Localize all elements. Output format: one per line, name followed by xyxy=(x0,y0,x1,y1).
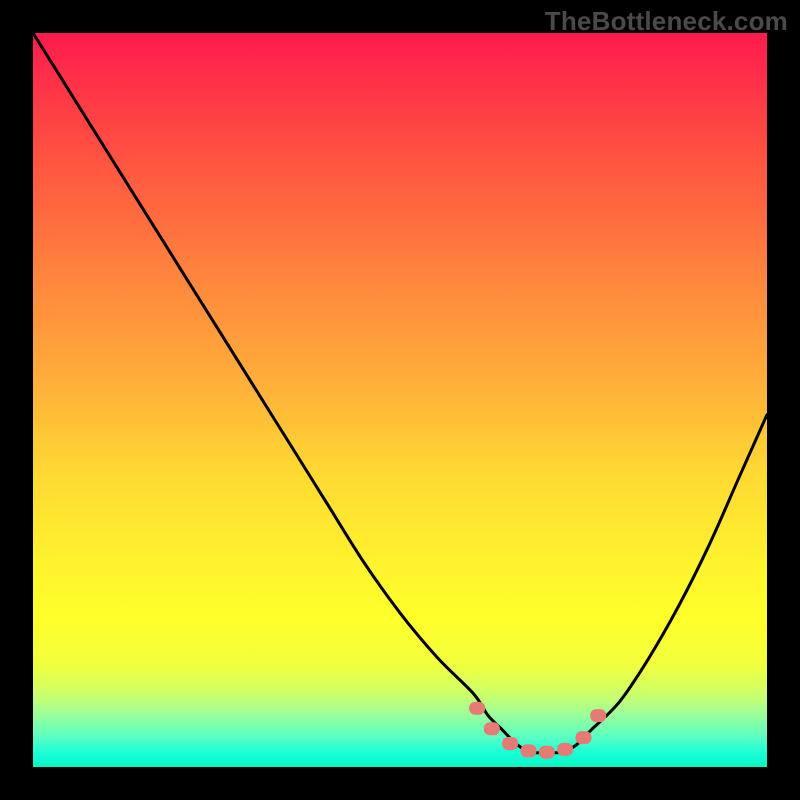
bottleneck-curve-path xyxy=(33,33,767,753)
optimal-marker xyxy=(484,722,500,735)
optimal-marker xyxy=(539,746,555,759)
watermark-text: TheBottleneck.com xyxy=(545,6,788,37)
optimal-marker xyxy=(469,702,485,715)
optimal-marker xyxy=(590,709,606,722)
optimal-marker xyxy=(521,744,537,757)
optimal-marker xyxy=(502,737,518,750)
optimal-marker xyxy=(576,731,592,744)
optimal-range-markers xyxy=(469,702,606,759)
chart-frame: TheBottleneck.com xyxy=(0,0,800,800)
curve-layer xyxy=(33,33,767,767)
plot-area xyxy=(33,33,767,767)
optimal-marker xyxy=(557,743,573,756)
